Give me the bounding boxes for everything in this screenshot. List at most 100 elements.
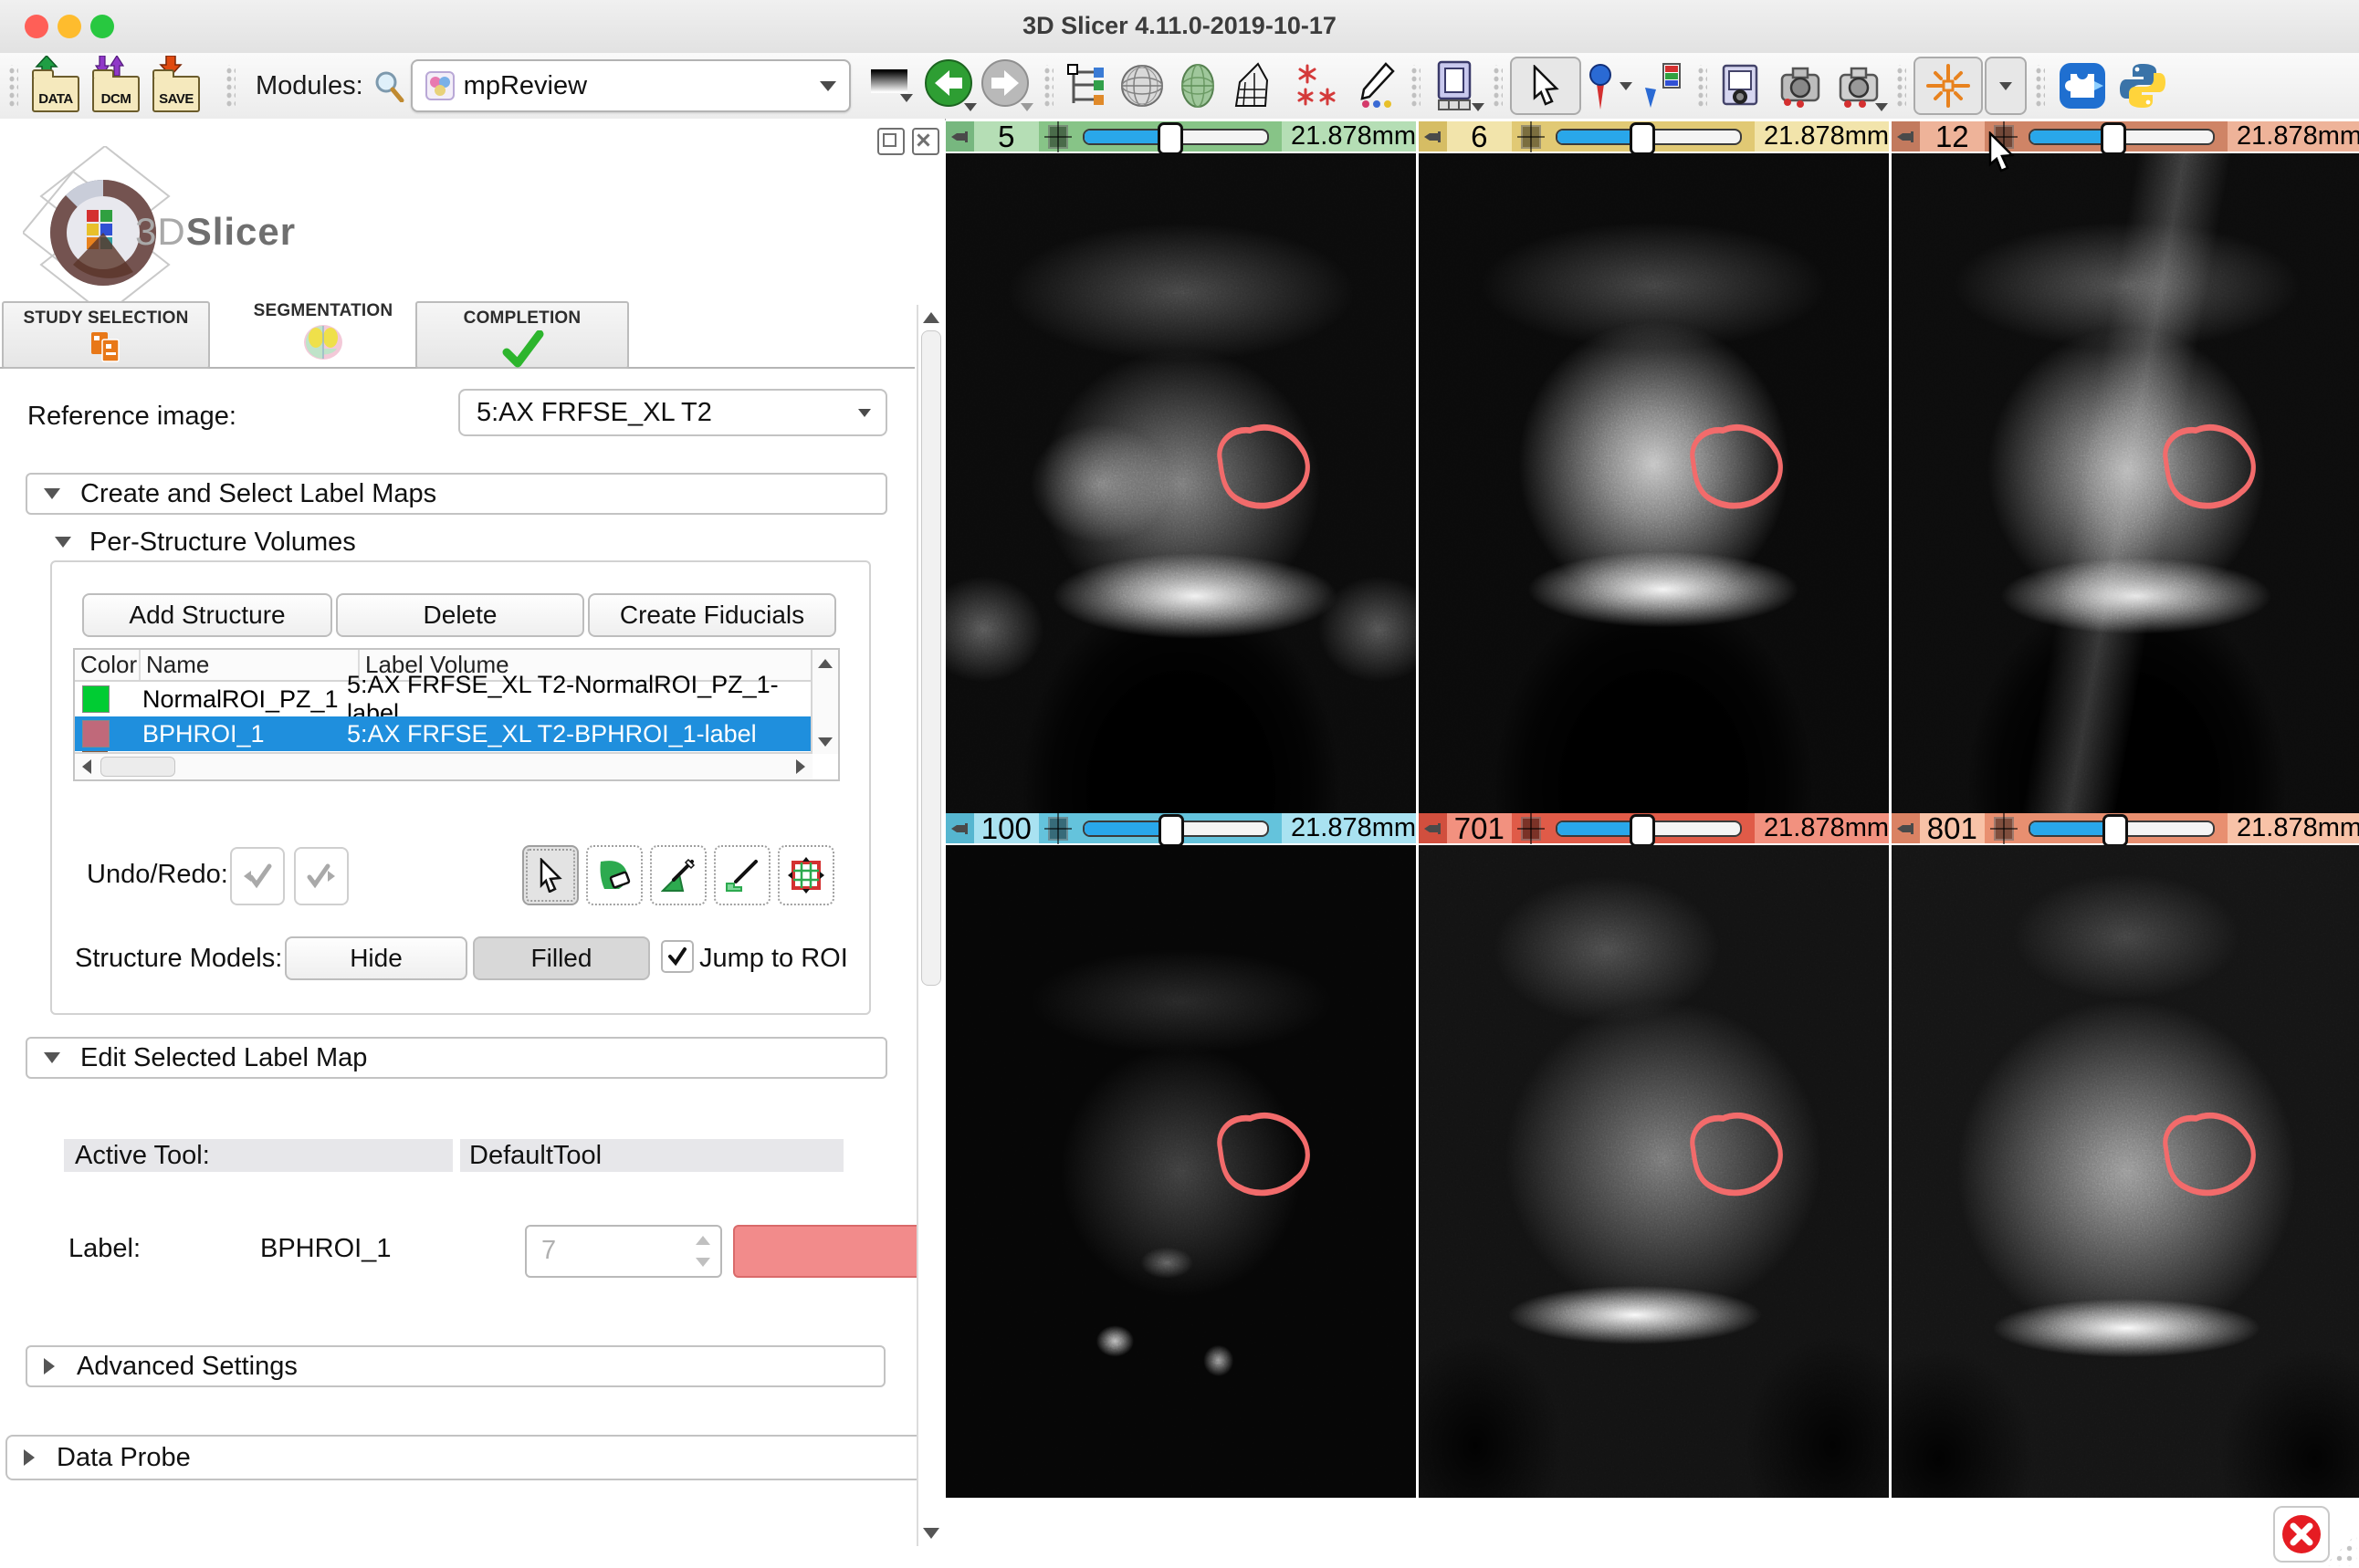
toolbar-grip[interactable]	[2034, 65, 2045, 107]
erase-tool-button[interactable]	[586, 845, 643, 905]
toolbar-grip[interactable]	[1410, 65, 1421, 107]
column-color[interactable]: Color	[75, 650, 141, 680]
delete-structure-button[interactable]: Delete	[336, 593, 584, 637]
place-ruler-button[interactable]	[1638, 58, 1689, 113]
scene-view-save-button[interactable]	[1771, 58, 1830, 113]
wand-tool-button[interactable]	[778, 845, 834, 905]
slice-slider[interactable]	[2029, 129, 2215, 145]
table-vertical-scrollbar[interactable]	[811, 650, 838, 754]
python-console-button[interactable]	[2113, 58, 2173, 113]
slice-viewport-red[interactable]: 12 21.878mm	[1892, 121, 2359, 814]
scrollbar-thumb[interactable]	[921, 330, 941, 986]
mri-slice-image[interactable]	[1419, 153, 1889, 814]
scene-view-restore-button[interactable]	[1830, 58, 1888, 113]
slider-handle[interactable]	[1630, 122, 1655, 155]
slice-viewport-yellow[interactable]: 6 21.878mm	[1419, 121, 1889, 814]
crosshair-menu-button[interactable]	[1985, 57, 2027, 115]
toolbar-grip[interactable]	[1895, 65, 1906, 107]
load-data-button[interactable]: DATA	[29, 57, 82, 114]
layout-selector-button[interactable]	[1428, 58, 1484, 113]
slider-handle[interactable]	[2101, 122, 2126, 155]
paint-tool-button[interactable]	[650, 845, 707, 905]
filled-models-button[interactable]: Filled	[473, 936, 650, 980]
module-back-button[interactable]	[924, 58, 977, 113]
mri-slice-image[interactable]	[1892, 153, 2359, 814]
slice-controller-bar[interactable]: 701 21.878mm	[1419, 813, 1889, 843]
section-advanced-settings[interactable]: Advanced Settings	[26, 1345, 886, 1387]
jump-to-roi-checkbox[interactable]	[661, 940, 694, 973]
module-history-button[interactable]	[871, 68, 913, 104]
slice-link-icon[interactable]	[1521, 817, 1541, 841]
section-edit-selected-label-map[interactable]: Edit Selected Label Map	[26, 1037, 887, 1079]
slice-viewport-red2[interactable]: 701 21.878mm	[1419, 813, 1889, 1498]
tab-study-selection[interactable]: STUDY SELECTION	[2, 301, 210, 369]
slider-handle[interactable]	[1630, 814, 1655, 847]
slice-slider[interactable]	[2029, 821, 2215, 837]
slider-handle[interactable]	[1159, 814, 1184, 847]
pin-segment[interactable]	[1892, 813, 1920, 843]
table-row[interactable]: NormalROI_PZ_1 5:AX FRFSE_XL T2-NormalRO…	[75, 682, 813, 716]
scroll-left-icon[interactable]	[82, 759, 91, 774]
slice-controller-bar[interactable]: 6 21.878mm	[1419, 121, 1889, 152]
slice-viewport-salmon[interactable]: 801 21.878mm	[1892, 813, 2359, 1498]
slice-viewport-cyan[interactable]: 100 21.878mm	[946, 813, 1416, 1498]
spinner-arrows[interactable]	[689, 1229, 717, 1273]
panel-scrollbar[interactable]	[917, 305, 944, 1546]
undo-button[interactable]	[230, 847, 285, 905]
label-value-spinbox[interactable]: 7	[525, 1225, 722, 1278]
extensions-manager-button[interactable]	[2052, 58, 2113, 113]
slice-link-icon[interactable]	[1048, 125, 1068, 149]
slice-controller-bar[interactable]: 5 21.878mm	[946, 121, 1416, 152]
section-create-select-label-maps[interactable]: Create and Select Label Maps	[26, 473, 887, 515]
module-selector-combobox[interactable]: mpReview	[411, 59, 851, 112]
scroll-up-icon[interactable]	[923, 312, 939, 323]
dicom-button[interactable]: DCM	[89, 57, 142, 114]
toolbar-grip[interactable]	[1492, 65, 1503, 107]
tab-completion[interactable]: COMPLETION	[415, 301, 629, 369]
slice-slider[interactable]	[1556, 821, 1742, 837]
transforms-module-button[interactable]	[1225, 58, 1276, 113]
models-module-button[interactable]	[1114, 58, 1170, 113]
markups-module-button[interactable]	[1347, 58, 1402, 113]
place-fiducial-button[interactable]	[1581, 58, 1638, 113]
toolbar-grip[interactable]	[7, 65, 18, 107]
mri-slice-image[interactable]	[1419, 845, 1889, 1498]
hide-models-button[interactable]: Hide	[285, 936, 467, 980]
create-fiducials-button[interactable]: Create Fiducials	[588, 593, 836, 637]
toolbar-grip[interactable]	[1696, 65, 1707, 107]
mri-slice-image[interactable]	[1892, 845, 2359, 1498]
add-structure-button[interactable]: Add Structure	[82, 593, 332, 637]
slice-slider[interactable]	[1556, 129, 1742, 145]
mri-slice-image[interactable]	[946, 153, 1416, 814]
slice-controller-bar[interactable]: 801 21.878mm	[1892, 813, 2359, 843]
tab-segmentation[interactable]: SEGMENTATION	[230, 296, 416, 360]
slider-handle[interactable]	[1158, 122, 1183, 155]
scroll-up-icon[interactable]	[818, 659, 833, 668]
slice-link-icon[interactable]	[1994, 817, 2014, 841]
mri-slice-image[interactable]	[946, 845, 1416, 1498]
section-data-probe[interactable]: Data Probe	[5, 1435, 938, 1480]
draw-tool-button[interactable]	[714, 845, 771, 905]
save-button[interactable]: SAVE	[150, 57, 203, 114]
module-forward-button[interactable]	[980, 58, 1033, 113]
scroll-right-icon[interactable]	[796, 759, 805, 774]
slice-link-icon[interactable]	[1048, 817, 1068, 841]
pin-segment[interactable]	[946, 121, 974, 152]
scroll-down-icon[interactable]	[818, 737, 833, 747]
pin-segment[interactable]	[946, 813, 974, 843]
slice-controller-bar[interactable]: 12 21.878mm	[1892, 121, 2359, 152]
redo-button[interactable]	[294, 847, 349, 905]
slice-slider[interactable]	[1083, 821, 1269, 837]
slider-handle[interactable]	[2102, 814, 2128, 847]
default-tool-button[interactable]	[522, 845, 579, 905]
slice-link-icon[interactable]	[1521, 125, 1541, 149]
screenshot-button[interactable]	[1714, 58, 1771, 113]
subject-hierarchy-button[interactable]	[1061, 58, 1114, 113]
reference-image-combobox[interactable]: 5:AX FRFSE_XL T2	[458, 389, 887, 436]
column-name[interactable]: Name	[141, 650, 360, 680]
slice-slider[interactable]	[1083, 129, 1269, 145]
label-color-button[interactable]	[733, 1225, 932, 1278]
crosshair-button[interactable]	[1913, 57, 1983, 115]
green-ellipsoid-model-button[interactable]	[1170, 58, 1225, 113]
close-panel-icon[interactable]	[912, 128, 939, 155]
